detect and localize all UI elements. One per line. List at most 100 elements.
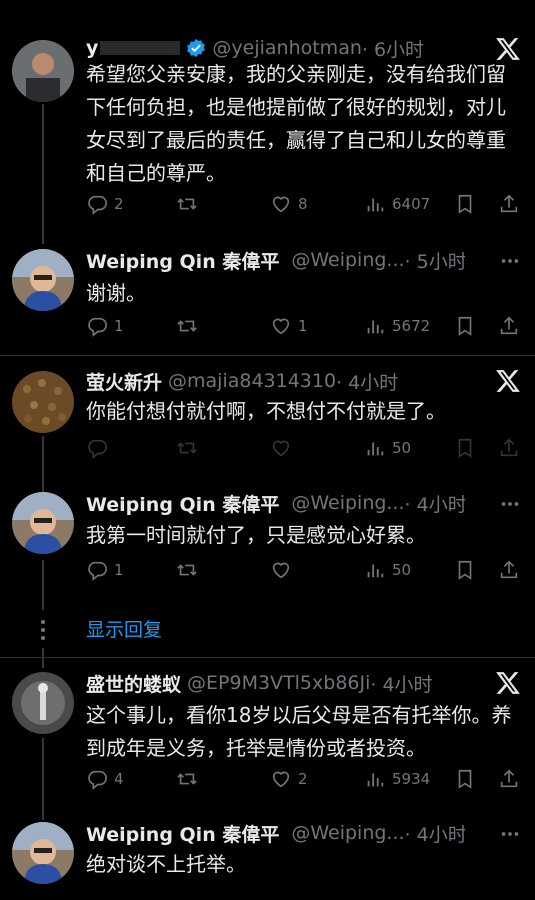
timestamp[interactable]: · 4小时 [405, 820, 465, 847]
retweet-button[interactable] [176, 766, 198, 792]
bookmark-button[interactable] [454, 313, 476, 339]
tweet-text: 我第一时间就付了，只是感觉心好累。 [86, 523, 426, 547]
author-name[interactable]: y [86, 37, 98, 59]
like-button[interactable]: 8 [270, 191, 308, 217]
bookmark-icon [458, 769, 472, 789]
reply-button[interactable]: 1 [86, 557, 124, 583]
like-icon [272, 440, 290, 457]
share-button[interactable] [498, 435, 520, 461]
retweet-button[interactable] [176, 191, 198, 217]
retweet-icon [177, 442, 197, 454]
tweet[interactable]: 盛世的蝼蚁 @EP9M3VTl5xb86Ji · 4小时 这个事儿，看你18岁以… [0, 658, 535, 808]
bookmark-button[interactable] [454, 766, 476, 792]
author-handle[interactable]: @majia84314310 [168, 370, 336, 392]
author-handle[interactable]: @Weiping... [291, 492, 404, 514]
like-button[interactable]: 1 [270, 313, 308, 339]
like-count: 8 [298, 195, 308, 213]
avatar[interactable] [12, 249, 74, 311]
reply-count: 2 [114, 195, 124, 213]
views-icon [367, 773, 384, 787]
view-count: 50 [392, 439, 412, 457]
like-button[interactable] [270, 557, 292, 583]
like-button[interactable] [270, 435, 292, 461]
more-icon[interactable] [499, 493, 521, 515]
views-icon [367, 442, 384, 456]
timestamp[interactable]: · 4小时 [336, 368, 398, 395]
like-icon [272, 196, 290, 213]
views-icon [367, 198, 384, 212]
reply-count: 1 [114, 317, 124, 335]
views-button[interactable]: 5672 [364, 313, 430, 339]
bookmark-icon [458, 438, 472, 458]
retweet-icon [177, 773, 197, 785]
more-icon[interactable] [499, 823, 521, 845]
author-name[interactable]: Weiping Qin 秦偉平 [86, 247, 279, 274]
like-icon [272, 562, 290, 579]
reply-icon [88, 770, 107, 790]
reply-button[interactable] [86, 435, 108, 461]
like-icon [272, 318, 290, 335]
more-icon[interactable] [499, 250, 521, 272]
author-handle[interactable]: @yejianhotman [212, 37, 362, 59]
like-icon [272, 771, 290, 788]
view-count: 5672 [392, 317, 431, 335]
avatar[interactable] [12, 822, 74, 884]
bookmark-button[interactable] [454, 435, 476, 461]
blurred-name [100, 41, 181, 55]
x-logo-icon[interactable] [495, 368, 521, 394]
tweet[interactable]: 萤火新升 @majia84314310 · 4小时 你能付想付就付啊，不想付不付… [0, 356, 535, 476]
reply-icon [88, 439, 107, 459]
bookmark-button[interactable] [454, 557, 476, 583]
author-name[interactable]: 盛世的蝼蚁 [86, 670, 181, 697]
reply-button[interactable]: 1 [86, 313, 124, 339]
reply-icon [88, 317, 107, 337]
avatar[interactable] [12, 40, 74, 102]
retweet-icon [177, 564, 197, 576]
author-handle[interactable]: @Weiping... [291, 822, 404, 844]
avatar[interactable] [12, 672, 74, 734]
retweet-button[interactable] [176, 313, 198, 339]
retweet-button[interactable] [176, 435, 198, 461]
timestamp[interactable]: · 4小时 [370, 670, 432, 697]
like-count: 1 [298, 317, 308, 335]
share-icon [500, 316, 518, 335]
bookmark-icon [458, 560, 472, 580]
views-button[interactable]: 50 [364, 557, 411, 583]
share-button[interactable] [498, 191, 520, 217]
bookmark-button[interactable] [454, 191, 476, 217]
tweet[interactable]: Weiping Qin 秦偉平 @Weiping... · 4小时 绝对谈不上托… [0, 808, 535, 900]
tweet-text: 这个事儿，看你18岁以后父母是否有托举你。养到成年是义务，托举是情份或者投资。 [86, 703, 512, 760]
author-handle[interactable]: @EP9M3VTl5xb86Ji [187, 672, 370, 694]
views-button[interactable]: 6407 [364, 191, 430, 217]
tweet-text: 绝对谈不上托举。 [86, 852, 246, 876]
share-button[interactable] [498, 766, 520, 792]
show-replies-link[interactable]: 显示回复 [86, 615, 162, 642]
tweet[interactable]: Weiping Qin 秦偉平 @Weiping... · 4小时 我第一时间就… [0, 478, 535, 598]
share-button[interactable] [498, 557, 520, 583]
reply-icon [88, 561, 107, 581]
tweet-text: 谢谢。 [86, 281, 146, 305]
reply-button[interactable]: 4 [86, 766, 124, 792]
timestamp[interactable]: · 4小时 [405, 490, 465, 517]
avatar[interactable] [12, 492, 74, 554]
tweet[interactable]: y @yejianhotman · 6小时 希望您父亲安康，我的父亲刚走，没有给… [0, 0, 535, 235]
author-name[interactable]: 萤火新升 [86, 368, 162, 395]
like-button[interactable]: 2 [270, 766, 308, 792]
views-button[interactable]: 50 [364, 435, 411, 461]
tweet[interactable]: Weiping Qin 秦偉平 @Weiping... · 5小时 谢谢。 1 … [0, 235, 535, 355]
reply-count: 4 [114, 770, 124, 788]
retweet-icon [177, 320, 197, 332]
reply-button[interactable]: 2 [86, 191, 124, 217]
avatar[interactable] [12, 371, 74, 433]
author-name[interactable]: Weiping Qin 秦偉平 [86, 490, 279, 517]
author-name[interactable]: Weiping Qin 秦偉平 [86, 820, 279, 847]
views-button[interactable]: 5934 [364, 766, 430, 792]
view-count: 50 [392, 561, 412, 579]
share-button[interactable] [498, 313, 520, 339]
views-icon [367, 564, 384, 578]
share-icon [500, 769, 518, 788]
retweet-button[interactable] [176, 557, 198, 583]
author-handle[interactable]: @Weiping... [291, 249, 404, 271]
x-logo-icon[interactable] [495, 670, 521, 696]
timestamp[interactable]: · 5小时 [405, 247, 465, 274]
